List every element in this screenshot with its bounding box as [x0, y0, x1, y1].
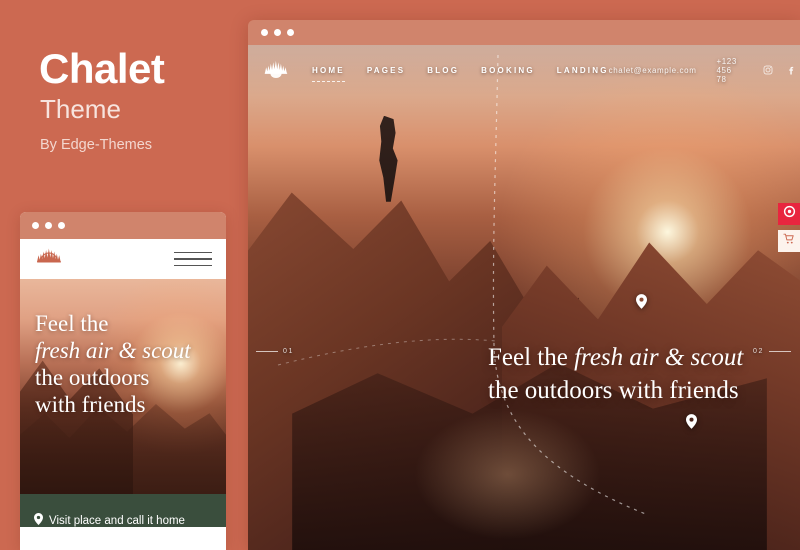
step-label-01-value: 01: [283, 348, 294, 355]
step-label-rule: [769, 351, 791, 352]
facebook-icon[interactable]: [786, 65, 796, 75]
instagram-icon[interactable]: [763, 65, 773, 75]
mobile-hero-line-4: with friends: [35, 391, 146, 417]
nav-item-pages[interactable]: PAGES: [367, 66, 405, 75]
desktop-hero-line-1: Feel the fresh air & scout: [488, 342, 743, 375]
desktop-navbar: HOME PAGES BLOG BOOKING LANDING chalet@e…: [248, 45, 800, 95]
sun-mountain-logo-icon[interactable]: [34, 246, 64, 272]
desktop-hero-line-1-italic: fresh air & scout: [574, 344, 744, 371]
contact-phone[interactable]: +123 456 78: [716, 57, 736, 84]
mobile-hero-line-1: Feel the: [35, 311, 109, 336]
page-title: Chalet: [39, 45, 165, 92]
step-label-01: 01: [256, 348, 294, 355]
desktop-window-titlebar: [248, 20, 800, 45]
cart-tab[interactable]: [778, 230, 800, 252]
window-dot-icon: [32, 222, 39, 229]
desktop-nav-contact: chalet@example.com +123 456 78: [609, 57, 800, 84]
window-dot-icon: [287, 29, 294, 36]
mobile-location-bar[interactable]: Visit place and call it home: [20, 494, 226, 527]
nav-item-landing[interactable]: LANDING: [557, 66, 609, 75]
desktop-hero-image: HOME PAGES BLOG BOOKING LANDING chalet@e…: [248, 45, 800, 550]
target-circle-icon: [783, 205, 796, 223]
mobile-hero-headline: Feel the fresh air & scout the outdoors …: [35, 311, 191, 419]
hamburger-menu-icon[interactable]: [174, 251, 212, 267]
mobile-hero-line-2: fresh air & scout: [35, 337, 191, 363]
desktop-hero-line-1-plain: Feel the: [488, 344, 575, 371]
window-dot-icon: [58, 222, 65, 229]
map-pin-marker-top[interactable]: [636, 294, 647, 309]
desktop-hero-line-2: the outdoors with friends: [488, 376, 739, 404]
purchase-badge-tab[interactable]: [778, 203, 800, 225]
mobile-navbar: [20, 239, 226, 279]
window-dot-icon: [274, 29, 281, 36]
desktop-nav-menu: HOME PAGES BLOG BOOKING LANDING: [312, 66, 609, 82]
map-pin-marker-bottom[interactable]: [686, 414, 697, 429]
mobile-hero-image: Feel the fresh air & scout the outdoors …: [20, 279, 226, 527]
theme-author: By Edge-Themes: [40, 137, 153, 153]
sun-mountain-logo-icon[interactable]: [262, 58, 290, 82]
nav-item-booking[interactable]: BOOKING: [481, 66, 535, 75]
shopping-cart-icon: [783, 232, 795, 250]
desktop-preview-window: HOME PAGES BLOG BOOKING LANDING chalet@e…: [248, 20, 800, 550]
step-label-rule: [256, 351, 278, 352]
nav-item-blog[interactable]: BLOG: [427, 66, 459, 75]
mobile-window-titlebar: [20, 212, 226, 239]
nav-item-home[interactable]: HOME: [312, 66, 345, 82]
screenshot-stage: Chalet Theme By Edge-Themes Feel the fre…: [0, 0, 800, 550]
mobile-hero-line-3: the outdoors: [35, 364, 150, 390]
window-dot-icon: [45, 222, 52, 229]
step-label-02-value: 02: [753, 348, 764, 355]
contact-email[interactable]: chalet@example.com: [609, 66, 697, 75]
mobile-preview-window: Feel the fresh air & scout the outdoors …: [20, 212, 226, 550]
step-label-02: 02: [753, 348, 791, 355]
page-subtitle: Theme: [40, 94, 121, 124]
hero-dotted-trail: [277, 54, 649, 516]
side-floating-tabs: [778, 203, 800, 257]
desktop-hero-headline: Feel the fresh air & scout the outdoors …: [488, 342, 743, 407]
map-pin-icon: [34, 512, 43, 528]
window-dot-icon: [261, 29, 268, 36]
social-links: [763, 65, 800, 75]
mobile-location-bar-label: Visit place and call it home: [49, 514, 185, 527]
